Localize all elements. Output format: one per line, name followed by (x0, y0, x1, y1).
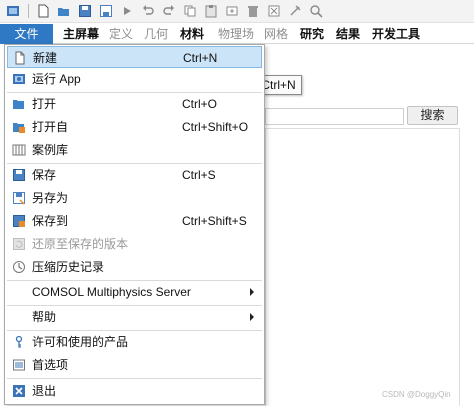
menu-item-label: 另存为 (32, 191, 69, 205)
delete-icon[interactable] (244, 2, 262, 20)
menu-item-shortcut: Ctrl+O (182, 97, 218, 111)
paste-icon[interactable] (202, 2, 220, 20)
watermark: CSDN @DoggyQin (382, 390, 451, 399)
menu-divider (7, 378, 262, 379)
menu-item-label: 还原至保存的版本 (32, 237, 129, 251)
ribbon-tab-bar: 文件 主屏幕 定义 几何 材料 物理场 网格 研究 结果 开发工具 (0, 24, 474, 44)
search-button[interactable]: 搜索 (407, 106, 458, 125)
menu-item-save-to[interactable]: 保存到 Ctrl+Shift+S (7, 210, 262, 232)
exit-icon (12, 384, 26, 398)
menu-item-label: COMSOL Multiphysics Server (32, 285, 191, 299)
menu-item-label: 新建 (33, 51, 58, 65)
open-from-icon (12, 120, 26, 134)
menu-item-run-app[interactable]: 运行 App (7, 68, 262, 90)
menu-item-label: 保存到 (32, 214, 69, 228)
save-icon (12, 168, 26, 182)
menu-item-shortcut: Ctrl+Shift+S (182, 214, 247, 228)
open-icon[interactable] (55, 2, 73, 20)
tab-mesh[interactable]: 网格 (259, 24, 293, 44)
menu-item-help[interactable]: 帮助 (7, 306, 262, 328)
menu-item-shortcut: Ctrl+Shift+O (182, 120, 249, 134)
save-as-icon[interactable] (97, 2, 115, 20)
menu-item-licensed-products[interactable]: 许可和使用的产品 (7, 331, 262, 353)
menu-item-application-libraries[interactable]: 案例库 (7, 139, 262, 161)
menu-item-label: 打开自 (32, 120, 69, 134)
tab-physics[interactable]: 物理场 (213, 24, 259, 44)
submenu-arrow-icon (250, 313, 254, 321)
tab-geometry[interactable]: 几何 (139, 24, 173, 44)
menu-item-save[interactable]: 保存 Ctrl+S (7, 164, 262, 186)
menu-item-new[interactable]: 新建 Ctrl+N (7, 46, 262, 68)
save-to-icon (12, 214, 26, 228)
open-folder-icon (12, 97, 26, 111)
tab-results[interactable]: 结果 (330, 24, 366, 44)
run-icon[interactable] (118, 2, 136, 20)
menu-item-open[interactable]: 打开 Ctrl+O (7, 93, 262, 115)
menu-item-label: 压缩历史记录 (32, 260, 105, 274)
compact-history-icon (12, 260, 26, 274)
menu-item-label: 保存 (32, 168, 57, 182)
menu-item-label: 打开 (32, 97, 57, 111)
menu-item-exit[interactable]: 退出 (7, 380, 262, 402)
revert-icon (12, 237, 26, 251)
clear-icon[interactable] (265, 2, 283, 20)
menu-item-label: 案例库 (32, 143, 69, 157)
toolbar-divider (28, 4, 29, 18)
zoom-icon[interactable] (307, 2, 325, 20)
menu-item-open-from[interactable]: 打开自 Ctrl+Shift+O (7, 116, 262, 138)
app-icon[interactable] (4, 2, 22, 20)
license-icon (12, 335, 26, 349)
menu-item-comsol-server[interactable]: COMSOL Multiphysics Server (7, 281, 262, 303)
menu-item-label: 首选项 (32, 358, 69, 372)
pin-icon[interactable] (286, 2, 304, 20)
submenu-arrow-icon (250, 288, 254, 296)
tab-materials[interactable]: 材料 (175, 24, 209, 44)
menu-item-save-as[interactable]: 另存为 (7, 187, 262, 209)
tab-study[interactable]: 研究 (295, 24, 329, 44)
menu-item-preferences[interactable]: 首选项 (7, 354, 262, 376)
menu-item-label: 许可和使用的产品 (32, 335, 129, 349)
tab-home[interactable]: 主屏幕 (57, 24, 105, 44)
new-file-icon (13, 51, 27, 65)
menu-item-label: 退出 (32, 384, 57, 398)
search-input[interactable] (265, 108, 404, 125)
duplicate-icon[interactable] (223, 2, 241, 20)
menu-item-shortcut: Ctrl+N (183, 51, 218, 65)
menu-item-revert: 还原至保存的版本 (7, 233, 262, 255)
tab-definitions[interactable]: 定义 (105, 24, 137, 44)
menu-item-label: 运行 App (32, 72, 81, 86)
tab-file[interactable]: 文件 (0, 24, 53, 44)
menu-item-shortcut: Ctrl+S (182, 168, 216, 182)
run-app-icon (12, 72, 26, 86)
redo-icon[interactable] (160, 2, 178, 20)
quick-access-toolbar (0, 0, 474, 23)
content-panel (265, 128, 460, 406)
tab-developer[interactable]: 开发工具 (368, 24, 424, 44)
undo-icon[interactable] (139, 2, 157, 20)
preferences-icon (12, 358, 26, 372)
menu-item-label: 帮助 (32, 310, 57, 324)
file-menu: 新建 Ctrl+N 运行 App 打开 Ctrl+O 打开自 Ctrl+Shif… (4, 44, 265, 405)
menu-item-compact-history[interactable]: 压缩历史记录 (7, 256, 262, 278)
save-as-icon (12, 191, 26, 205)
library-icon (12, 143, 26, 157)
new-icon[interactable] (34, 2, 52, 20)
copy-icon[interactable] (181, 2, 199, 20)
save-icon[interactable] (76, 2, 94, 20)
